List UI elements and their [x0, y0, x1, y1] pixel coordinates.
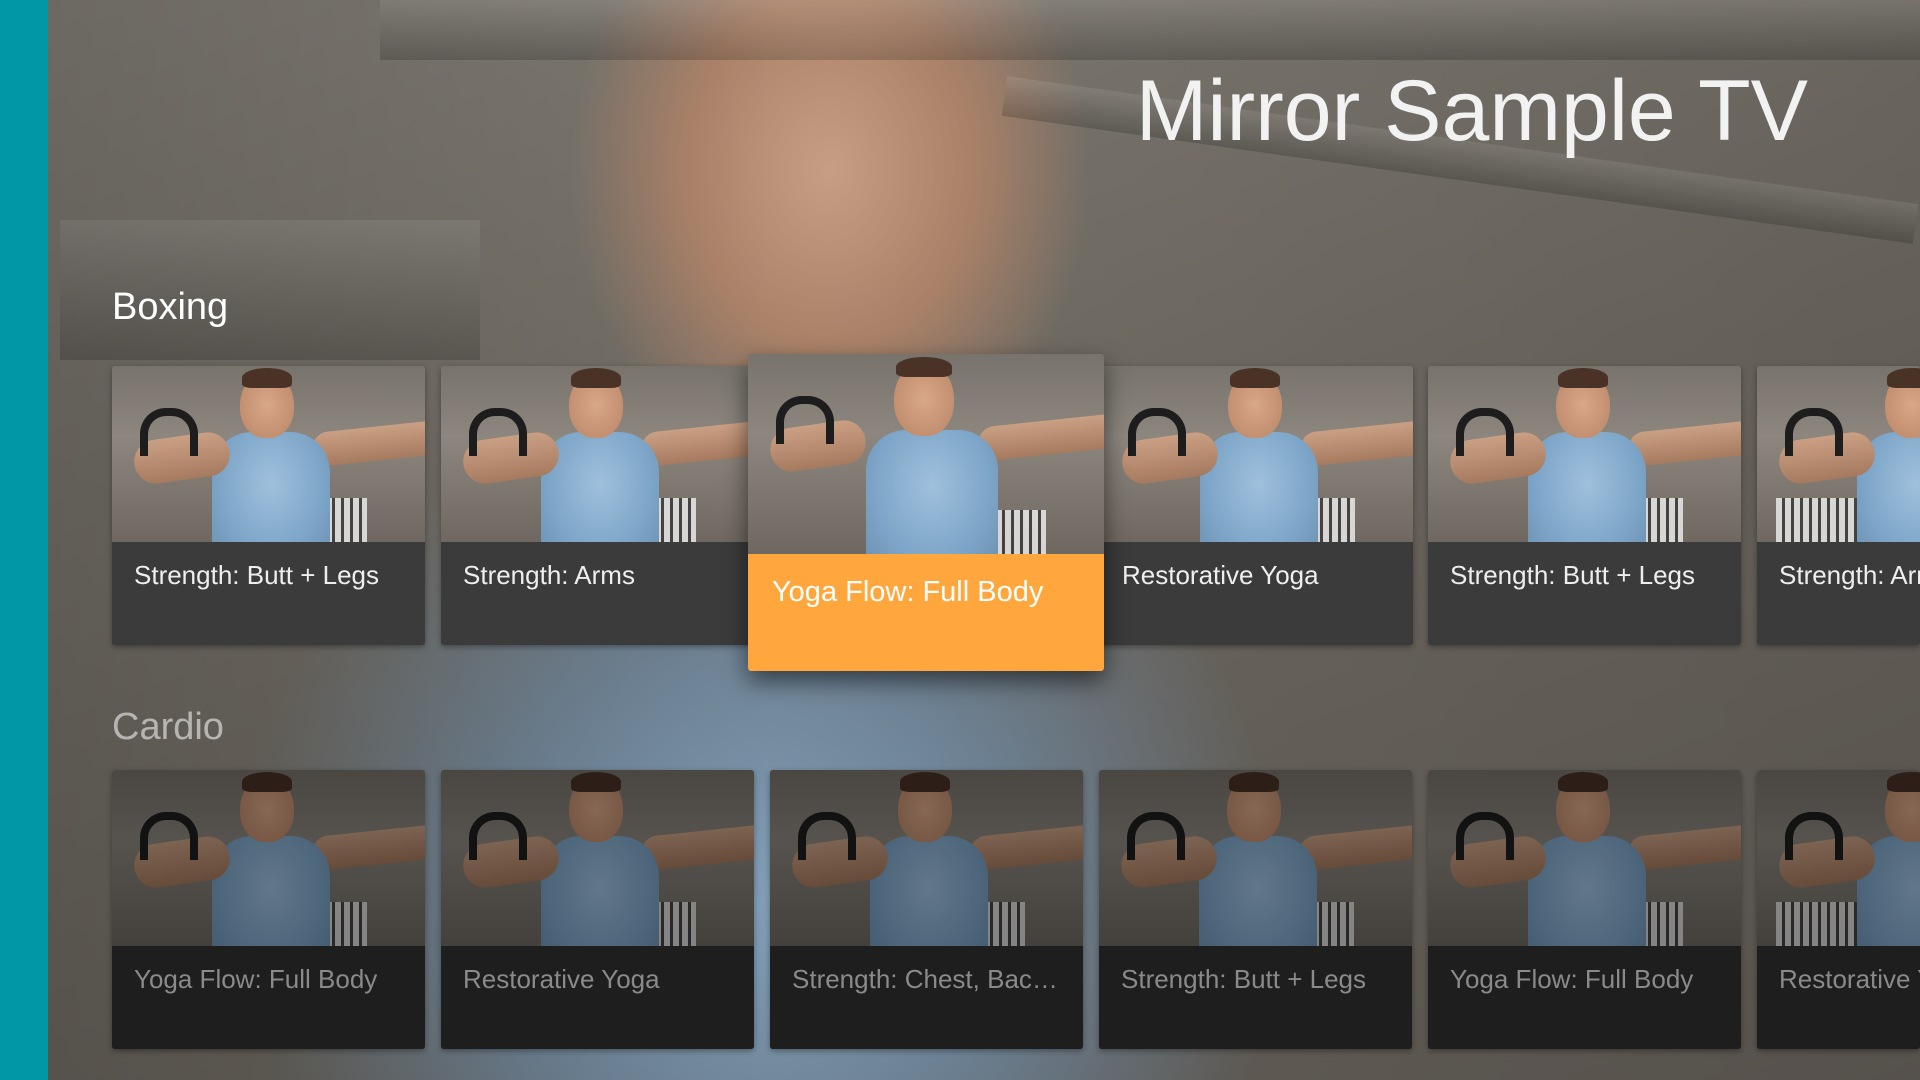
content-card[interactable]: Strength: Butt + Legs	[112, 366, 425, 645]
content-card[interactable]: Strength: Butt + Legs	[1428, 366, 1741, 645]
content-card[interactable]: Yoga Flow: Full Body	[1428, 770, 1741, 1049]
card-title: Strength: Arms	[1779, 560, 1920, 590]
row-header-boxing: Boxing	[112, 286, 229, 328]
workout-thumbnail-icon	[1757, 366, 1920, 542]
card-title: Strength: Butt + Legs	[1450, 560, 1695, 590]
nav-rail[interactable]	[0, 0, 48, 1080]
workout-thumbnail-icon	[441, 366, 754, 542]
workout-thumbnail-icon	[441, 770, 754, 946]
content-card[interactable]: Yoga Flow: Full Body	[112, 770, 425, 1049]
card-title: Restorative Yoga	[1122, 560, 1319, 590]
workout-thumbnail-icon	[1099, 770, 1412, 946]
workout-thumbnail-icon	[112, 770, 425, 946]
content-card-focused[interactable]: Yoga Flow: Full Body	[748, 354, 1104, 671]
content-card[interactable]: Strength: Arms	[1757, 366, 1920, 645]
content-card[interactable]: Restorative Yoga	[1757, 770, 1920, 1049]
content-row-boxing: Strength: Butt + Legs Strength: Arms Yog…	[0, 354, 1920, 671]
workout-thumbnail-icon	[1428, 770, 1741, 946]
content-card[interactable]: Restorative Yoga	[441, 770, 754, 1049]
app-title: Mirror Sample TV	[1135, 63, 1808, 159]
workout-thumbnail-icon	[112, 366, 425, 542]
content-card[interactable]: Restorative Yoga	[1100, 366, 1413, 645]
card-title: Yoga Flow: Full Body	[1450, 964, 1694, 994]
card-title: Restorative Yoga	[1779, 964, 1920, 994]
content-card[interactable]: Strength: Chest, Back ...	[770, 770, 1083, 1049]
content-card[interactable]: Strength: Butt + Legs	[1099, 770, 1412, 1049]
card-title: Strength: Chest, Back ...	[792, 964, 1069, 994]
card-title: Strength: Arms	[463, 560, 635, 590]
workout-thumbnail-icon	[748, 354, 1104, 554]
card-title: Yoga Flow: Full Body	[134, 964, 378, 994]
content-row-cardio: Yoga Flow: Full Body Restorative Yoga St…	[0, 770, 1920, 1070]
card-title: Restorative Yoga	[463, 964, 660, 994]
content-card[interactable]: Strength: Arms	[441, 366, 754, 645]
row-header-cardio: Cardio	[112, 706, 224, 748]
workout-thumbnail-icon	[770, 770, 1083, 946]
workout-thumbnail-icon	[1428, 366, 1741, 542]
workout-thumbnail-icon	[1757, 770, 1920, 946]
workout-thumbnail-icon	[1100, 366, 1413, 542]
tv-browse-screen: Mirror Sample TV Boxing Strength: Butt +…	[0, 0, 1920, 1080]
card-title: Strength: Butt + Legs	[134, 560, 379, 590]
card-title: Yoga Flow: Full Body	[772, 576, 1044, 608]
card-title: Strength: Butt + Legs	[1121, 964, 1366, 994]
